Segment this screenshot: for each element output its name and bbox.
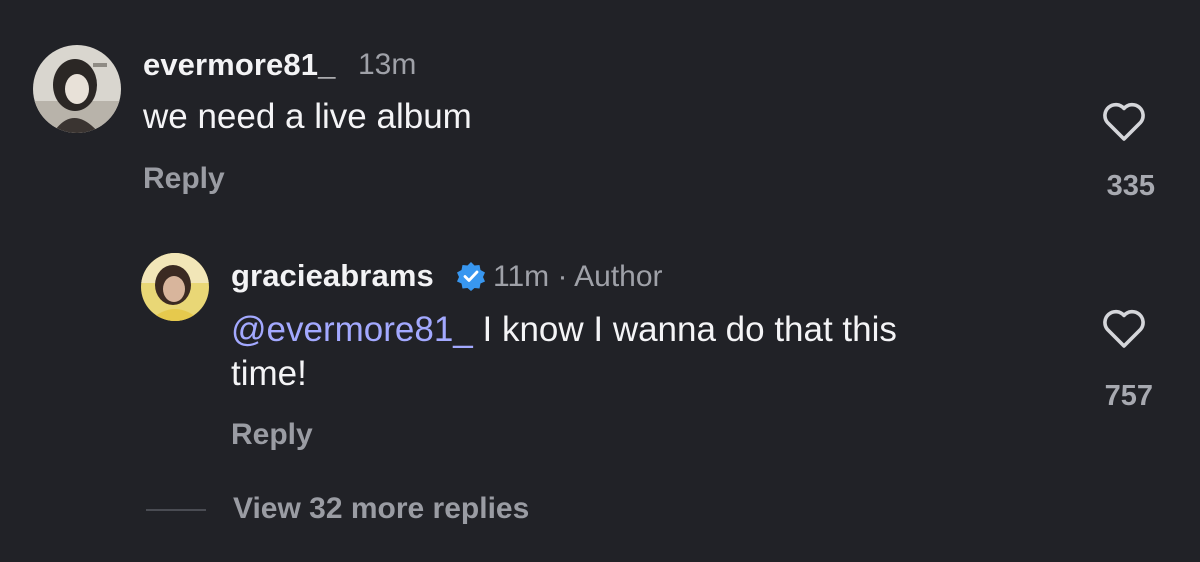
comment-timestamp: 13m <box>358 48 417 81</box>
verified-badge-icon <box>457 262 485 291</box>
like-count: 335 <box>1106 170 1155 202</box>
reply-username[interactable]: gracieabrams <box>231 258 434 294</box>
reply-text-line2: time! <box>231 354 307 393</box>
reply-button[interactable]: Reply <box>231 418 313 452</box>
avatar[interactable] <box>141 253 209 321</box>
reply-text: @evermore81_ I know I wanna do that this <box>231 308 897 352</box>
like-count: 757 <box>1104 380 1153 412</box>
heart-outline-icon[interactable] <box>1101 307 1147 349</box>
reply-text-line1: I know I wanna do that this <box>472 310 897 349</box>
view-more-replies-button[interactable]: View 32 more replies <box>233 492 529 526</box>
comments-screen: evermore81_ 13m we need a live album Rep… <box>0 0 1200 562</box>
reply-meta: 11m · Author <box>493 260 663 293</box>
heart-outline-icon[interactable] <box>1101 100 1147 142</box>
comment-text: we need a live album <box>143 97 472 136</box>
reply-button[interactable]: Reply <box>143 162 225 196</box>
thread-divider <box>146 509 206 511</box>
comment-username[interactable]: evermore81_ <box>143 47 335 83</box>
mention-link[interactable]: @evermore81_ <box>231 310 473 349</box>
avatar[interactable] <box>33 45 121 133</box>
